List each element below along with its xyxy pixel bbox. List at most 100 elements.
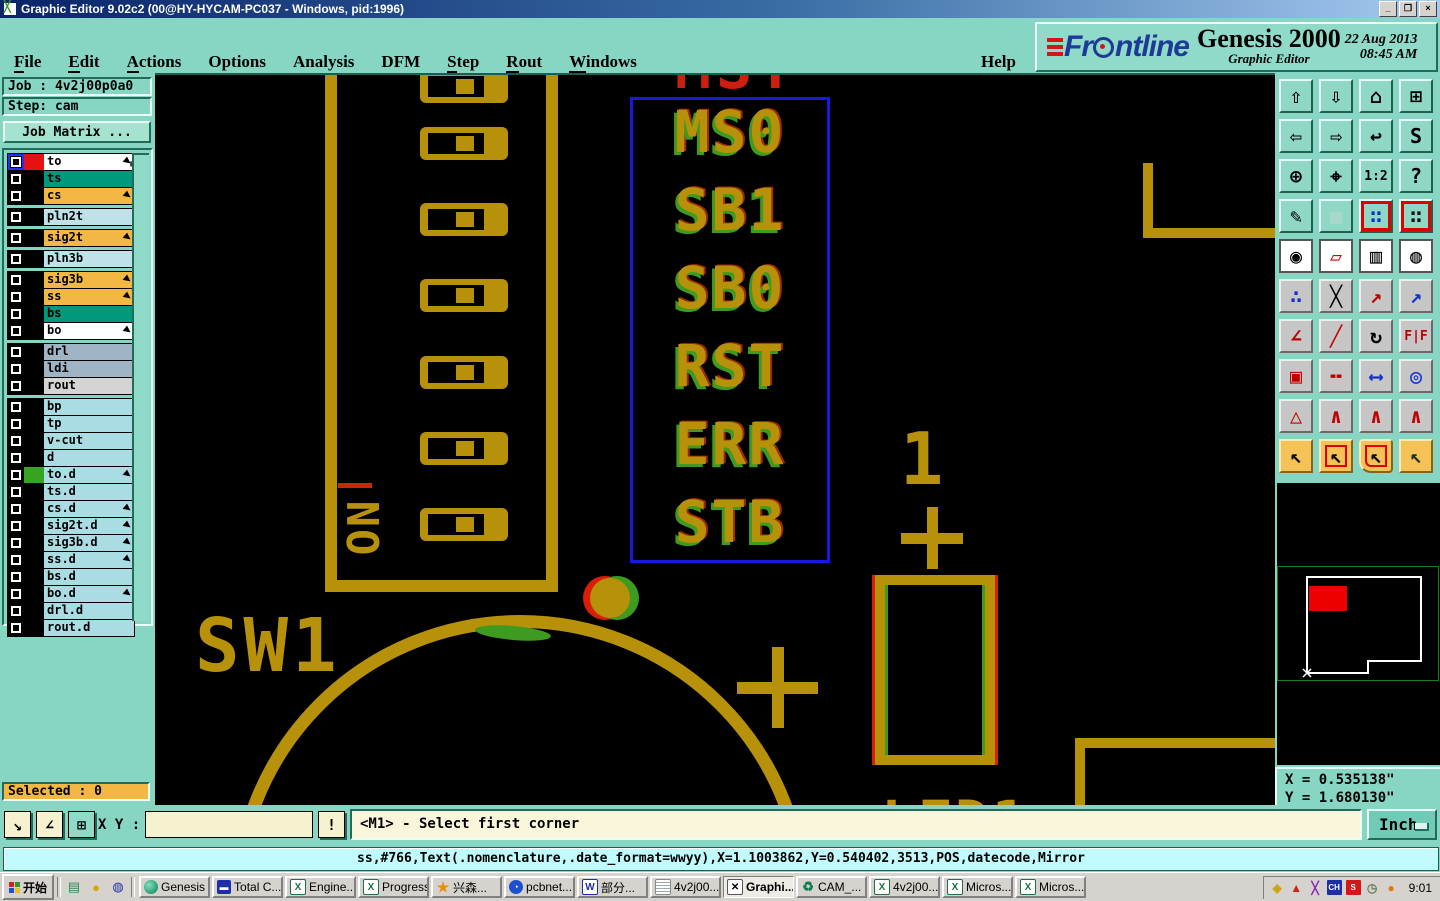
taskbar-task[interactable]: ♻ CAM_...	[796, 876, 868, 898]
mirror-button[interactable]: F|F	[1399, 319, 1433, 353]
restore-button[interactable]: ❐	[1399, 1, 1417, 17]
layer-checkbox[interactable]	[8, 569, 24, 585]
taskbar-task[interactable]: X Micros...	[942, 876, 1014, 898]
layer-checkbox[interactable]	[8, 209, 24, 225]
layer-row-to[interactable]: to▦	[8, 154, 135, 171]
angle-snap-mode-icon[interactable]: ∠	[36, 811, 63, 838]
layer-row-bs.d[interactable]: bs.d	[8, 569, 134, 586]
menu-windows[interactable]: Windows	[569, 52, 637, 73]
select-polygon-button[interactable]: ↖	[1359, 439, 1393, 473]
pcb-canvas[interactable]: MST MS0SB1SB0RSTERRSTB ON SW1 1 LED1	[155, 75, 1275, 805]
layer-scrollbar[interactable]	[132, 153, 149, 621]
layer-checkbox[interactable]	[8, 188, 24, 204]
taskbar-task[interactable]: Genesis	[139, 876, 211, 898]
layer-row-d[interactable]: d	[8, 450, 134, 467]
delete-button[interactable]: ╳	[1319, 279, 1353, 313]
minimap-viewport[interactable]	[1309, 586, 1347, 611]
rotate-button[interactable]: ↻	[1359, 319, 1393, 353]
chain-select-button[interactable]: ∴	[1279, 279, 1313, 313]
layer-checkbox[interactable]	[8, 344, 24, 360]
gold-pen-tray-icon[interactable]: ◈	[1270, 880, 1285, 895]
xy-coordinate-input[interactable]	[145, 811, 313, 838]
select-frame-button[interactable]: ↖	[1319, 439, 1353, 473]
layer-checkbox[interactable]	[8, 620, 24, 636]
layer-checkbox[interactable]	[8, 306, 24, 322]
netlist-source-button[interactable]: ∷	[1359, 199, 1393, 233]
minimize-button[interactable]: _	[1379, 1, 1397, 17]
layer-row-cs[interactable]: cs	[8, 188, 134, 204]
menu-dfm[interactable]: DFM	[381, 52, 420, 72]
menu-edit[interactable]: Edit	[68, 52, 100, 73]
layer-checkbox[interactable]	[8, 289, 24, 305]
taskbar-task[interactable]: 4v2j00...	[650, 876, 722, 898]
layer-row-pln3b[interactable]: pln3b	[8, 251, 134, 267]
home-view-button[interactable]: ⌂	[1359, 79, 1393, 113]
copy-pad-button[interactable]: ▣	[1279, 359, 1313, 393]
netlist-target-button[interactable]: ∷	[1399, 199, 1433, 233]
layer-checkbox[interactable]	[8, 450, 24, 466]
taskbar-task[interactable]: ◔ pcbnet...	[504, 876, 576, 898]
layer-row-bo[interactable]: bo	[8, 323, 134, 339]
layer-checkbox[interactable]	[8, 552, 24, 568]
layer-row-tp[interactable]: tp	[8, 416, 134, 433]
layer-checkbox[interactable]	[8, 518, 24, 534]
select-net-button[interactable]: ↖	[1399, 439, 1433, 473]
overview-minimap[interactable]	[1277, 483, 1440, 765]
highlight-pad-button[interactable]: ◉	[1279, 239, 1313, 273]
measure-ruler-button[interactable]: ▥	[1359, 239, 1393, 273]
layer-checkbox[interactable]	[8, 467, 24, 483]
tile-windows-button[interactable]: ⊞	[1399, 79, 1433, 113]
job-matrix-button[interactable]: Job Matrix ...	[3, 121, 151, 143]
layer-checkbox[interactable]	[8, 535, 24, 551]
menu-analysis[interactable]: Analysis	[293, 52, 354, 72]
menu-file[interactable]: File	[14, 52, 41, 73]
measure-distance-button[interactable]: ╱	[1319, 319, 1353, 353]
layer-row-sig2t.d[interactable]: sig2t.d	[8, 518, 134, 535]
layer-checkbox[interactable]	[8, 603, 24, 619]
layer-checkbox[interactable]	[8, 433, 24, 449]
break-line-button[interactable]: ╍	[1319, 359, 1353, 393]
serpentine-route-button[interactable]: S	[1399, 119, 1433, 153]
layer-checkbox[interactable]	[8, 251, 24, 267]
pan-left-button[interactable]: ⇦	[1279, 119, 1313, 153]
swap-symbol-button[interactable]: ∧	[1399, 399, 1433, 433]
layer-checkbox[interactable]	[8, 501, 24, 517]
menu-actions[interactable]: Actions	[126, 52, 181, 73]
ch-input-tray-icon[interactable]: CH	[1326, 880, 1342, 895]
stretch-button[interactable]: ⟷	[1359, 359, 1393, 393]
zoom-fit-button[interactable]: ⊕	[1279, 159, 1313, 193]
previous-view-button[interactable]: ↩	[1359, 119, 1393, 153]
zoom-in-button[interactable]: ⇧	[1279, 79, 1313, 113]
browser-quick-icon[interactable]: ◍	[108, 877, 128, 897]
menu-options[interactable]: Options	[208, 52, 266, 72]
close-button[interactable]: ×	[1419, 1, 1437, 17]
layer-row-ss.d[interactable]: ss.d	[8, 552, 134, 569]
touching-shapes-button[interactable]: ◎	[1399, 359, 1433, 393]
taskbar-task[interactable]: X Progress	[358, 876, 430, 898]
layer-row-v-cut[interactable]: v-cut	[8, 433, 134, 450]
corner-drag-mode-icon[interactable]: ↘	[4, 811, 31, 838]
layer-row-rout[interactable]: rout	[8, 378, 134, 394]
taskbar-task[interactable]: ▬ Total C...	[212, 876, 284, 898]
taskbar-task[interactable]: X Engine...	[285, 876, 357, 898]
layer-row-pln2t[interactable]: pln2t	[8, 209, 134, 225]
zoom-out-button[interactable]: ⇩	[1319, 79, 1353, 113]
alert-button[interactable]: !	[318, 811, 345, 838]
layer-row-drl[interactable]: drl	[8, 344, 134, 361]
layer-row-rout.d[interactable]: rout.d	[8, 620, 134, 636]
move-to-layer-button[interactable]: ↗	[1399, 279, 1433, 313]
editor-quick-icon[interactable]: ▤	[64, 877, 84, 897]
layer-checkbox[interactable]	[8, 323, 24, 339]
clock-quick-icon[interactable]: ●	[86, 877, 106, 897]
layer-row-bo.d[interactable]: bo.d	[8, 586, 134, 603]
layer-checkbox[interactable]	[8, 399, 24, 415]
grid-snap-icon[interactable]: ⊞	[68, 811, 95, 838]
purple-x-tray-icon[interactable]: ╳	[1308, 880, 1323, 895]
layer-checkbox[interactable]	[8, 416, 24, 432]
copy-to-layer-button[interactable]: ↗	[1359, 279, 1393, 313]
help-tool-button[interactable]: ?	[1399, 159, 1433, 193]
taskbar-task[interactable]: X Micros...	[1015, 876, 1087, 898]
layer-row-drl.d[interactable]: drl.d	[8, 603, 134, 620]
layer-checkbox[interactable]	[8, 361, 24, 377]
taskbar-task[interactable]: ✕ Graphi...	[723, 876, 795, 898]
